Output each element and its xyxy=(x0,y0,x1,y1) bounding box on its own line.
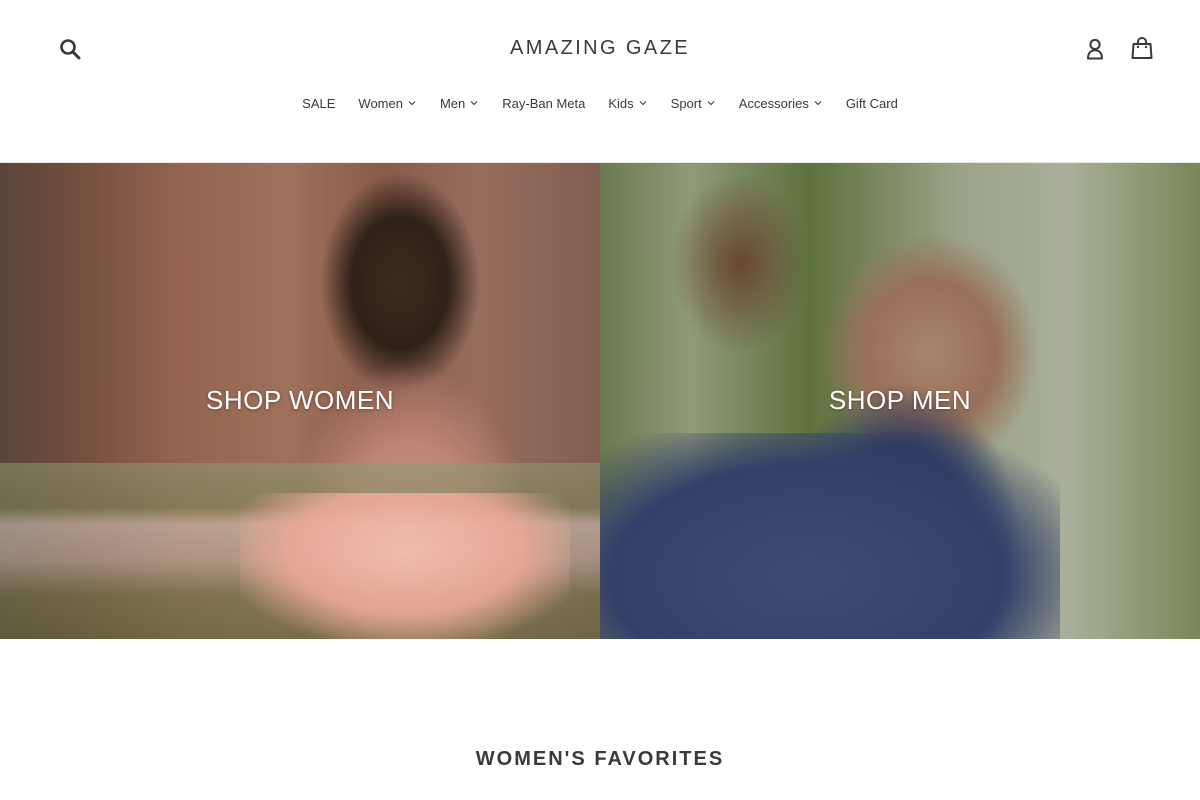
cart-icon xyxy=(1131,36,1153,59)
chevron-down-icon xyxy=(408,101,416,106)
user-icon xyxy=(1087,38,1103,60)
chevron-down-icon xyxy=(707,101,715,106)
account-button[interactable] xyxy=(1082,35,1108,63)
shop-women-banner[interactable]: SHOP WOMEN xyxy=(0,163,600,639)
chevron-down-icon xyxy=(639,101,647,106)
nav-item-sale[interactable]: SALE xyxy=(291,94,347,112)
womens-favorites-heading: WOMEN'S FAVORITES xyxy=(475,748,725,770)
nav-item-label: Men xyxy=(439,95,466,111)
nav-item-gift-card[interactable]: Gift Card xyxy=(834,94,909,112)
shop-men-banner[interactable]: SHOP MEN xyxy=(600,163,1200,639)
nav-item-men[interactable]: Men xyxy=(428,94,490,112)
nav-item-ray-ban-meta[interactable]: Ray-Ban Meta xyxy=(491,94,597,112)
nav-item-label: Gift Card xyxy=(845,95,898,111)
chevron-down-icon xyxy=(470,101,478,106)
nav-item-label: SALE xyxy=(302,95,336,111)
shop-men-label[interactable]: SHOP MEN xyxy=(600,385,1200,416)
nav-item-label: Ray-Ban Meta xyxy=(502,95,586,111)
site-logo[interactable]: AMAZING GAZE xyxy=(0,37,1200,60)
nav-item-sport[interactable]: Sport xyxy=(659,94,727,112)
nav-item-accessories[interactable]: Accessories xyxy=(727,94,834,112)
nav-item-kids[interactable]: Kids xyxy=(597,94,659,112)
nav-item-women[interactable]: Women xyxy=(347,94,429,112)
cart-button[interactable] xyxy=(1128,33,1156,63)
nav-item-label: Sport xyxy=(670,95,702,111)
site-logo-text[interactable]: AMAZING GAZE xyxy=(510,37,690,59)
shop-women-label[interactable]: SHOP WOMEN xyxy=(0,385,600,416)
site-header: AMAZING GAZE SALE Women Men Ray-Ban Meta xyxy=(0,0,1200,162)
nav-item-label: Women xyxy=(358,95,403,111)
hero-collection-banner: SHOP WOMEN SHOP MEN xyxy=(0,162,1200,639)
main-nav: SALE Women Men Ray-Ban Meta Kids Sport A… xyxy=(0,94,1200,112)
nav-item-label: Kids xyxy=(608,95,634,111)
nav-item-label: Accessories xyxy=(738,95,809,111)
chevron-down-icon xyxy=(814,101,822,106)
